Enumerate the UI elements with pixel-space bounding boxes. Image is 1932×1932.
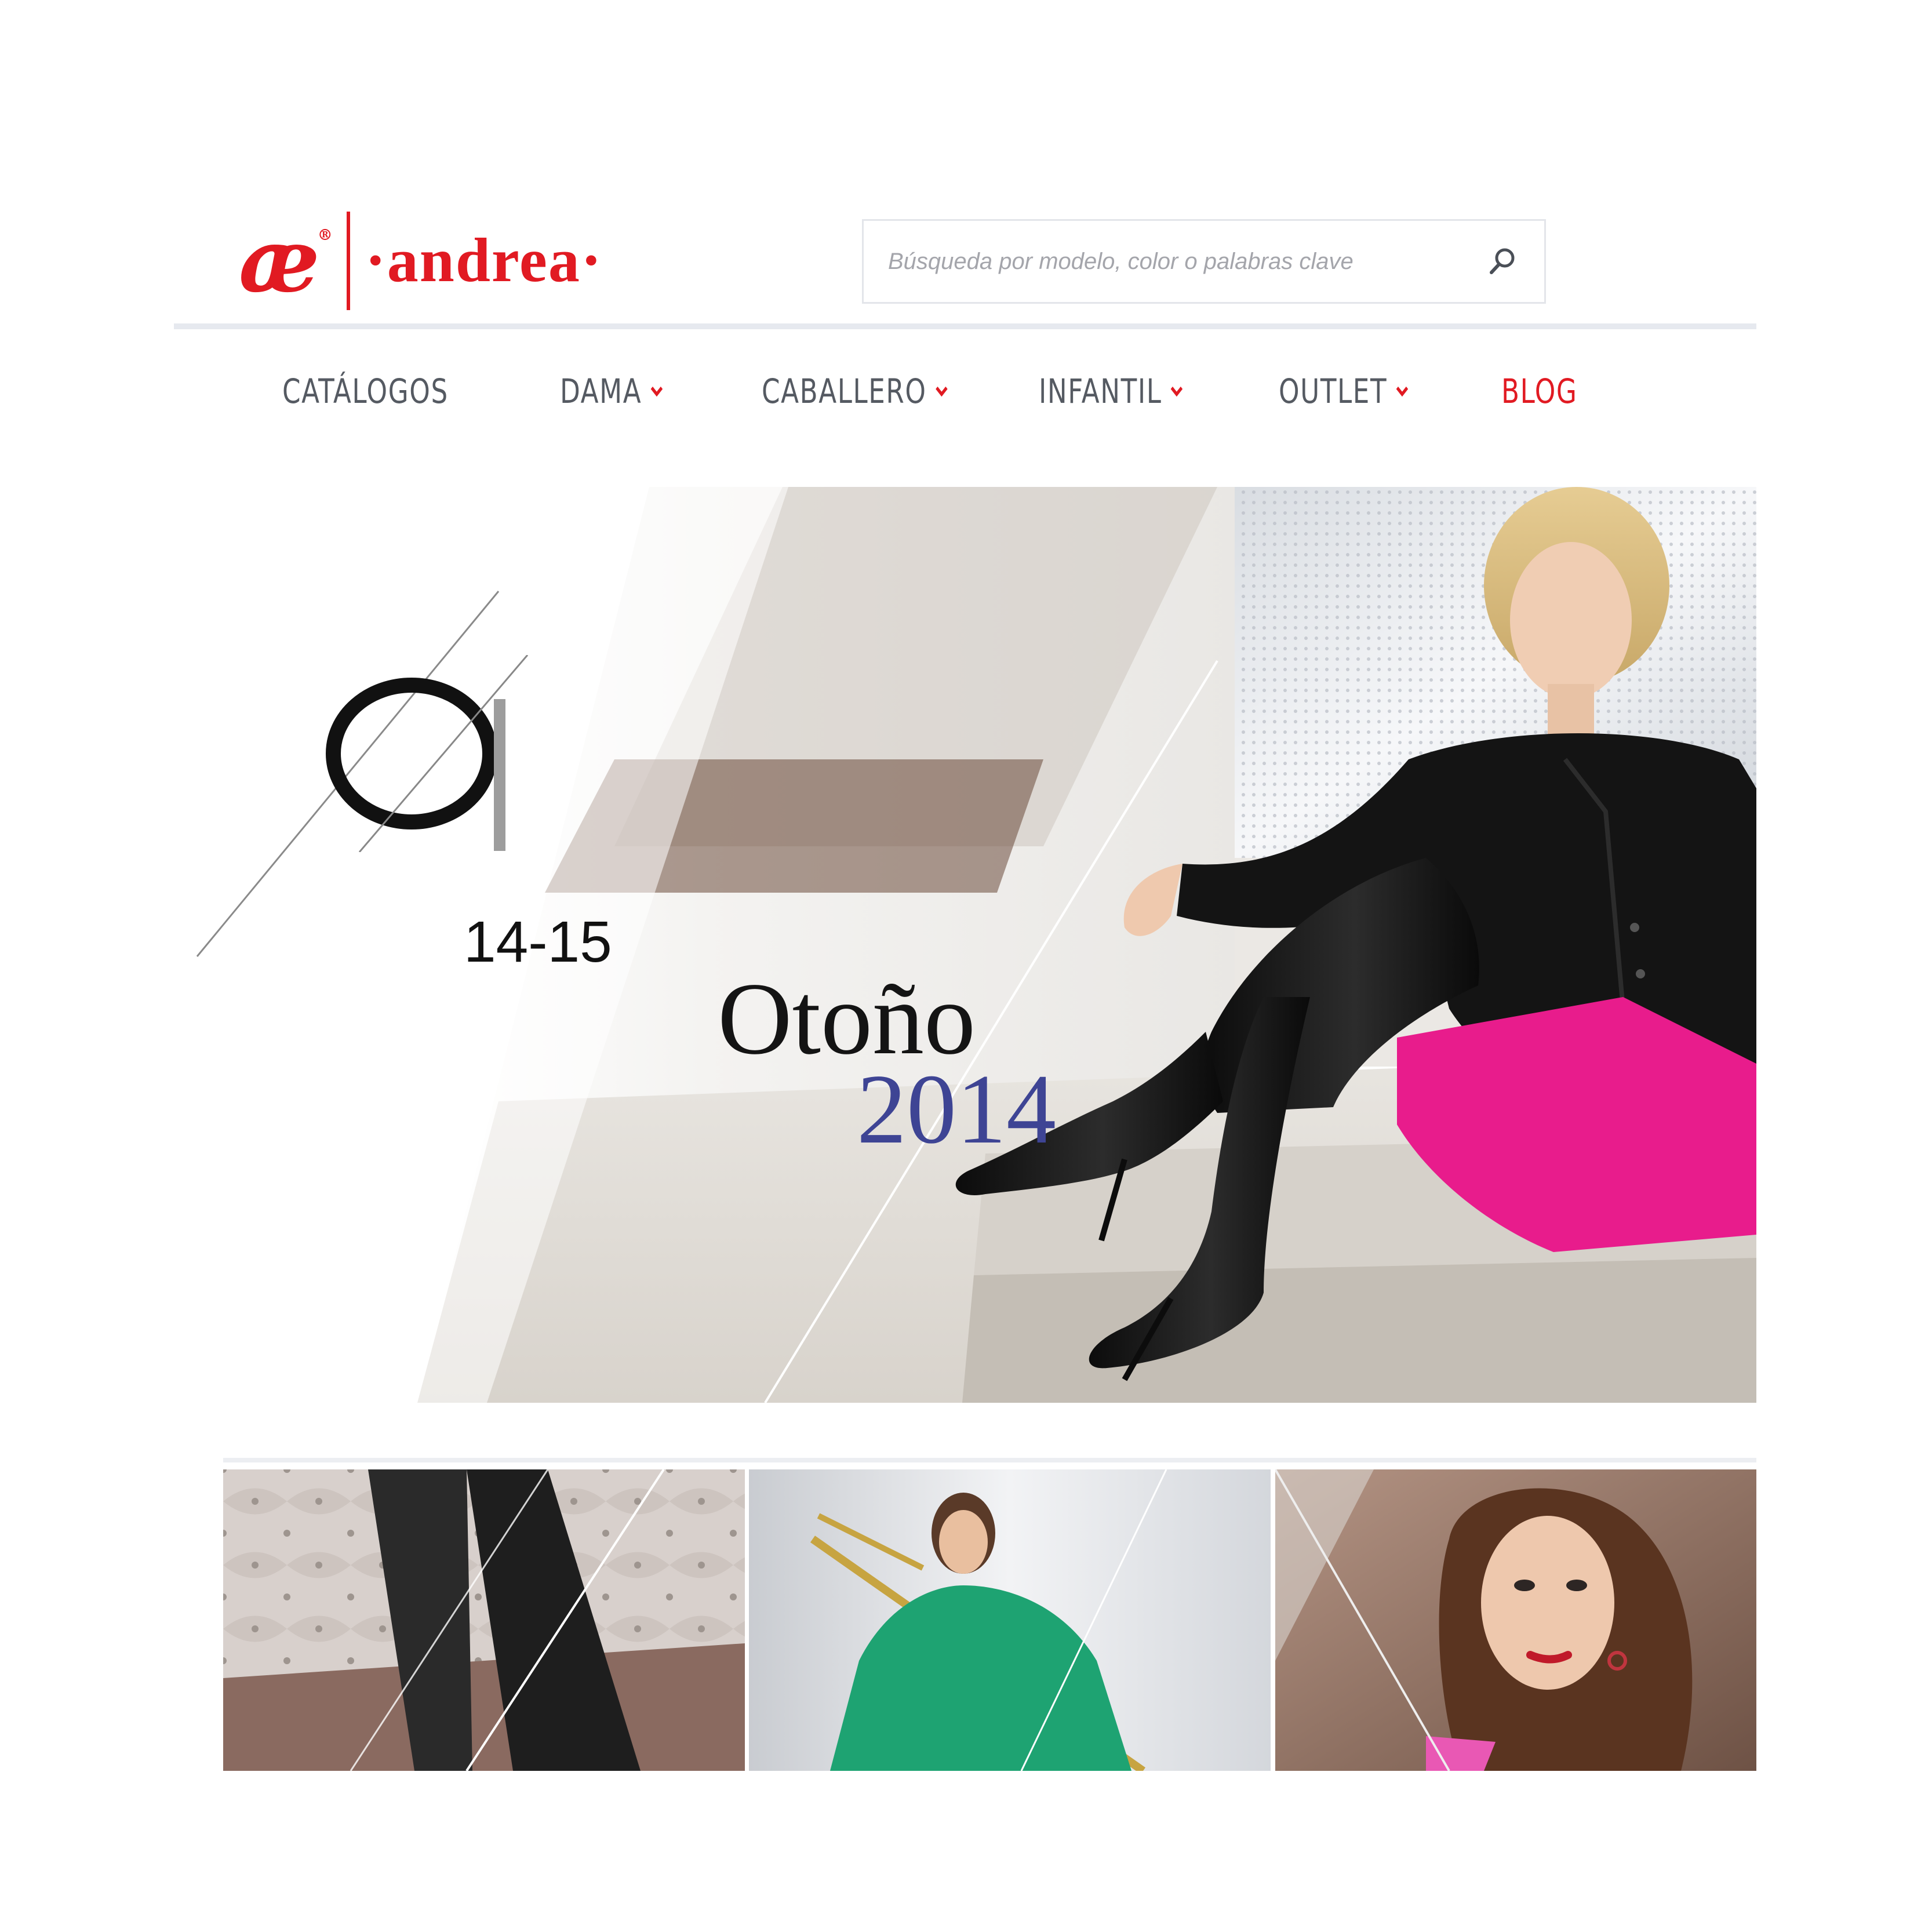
nav-item-blog[interactable]: BLOG bbox=[1501, 359, 1578, 423]
nav-item-catalogos[interactable]: CATÁLOGOS bbox=[282, 359, 449, 423]
search-input[interactable] bbox=[887, 248, 1463, 275]
registered-mark: ® bbox=[317, 227, 333, 244]
nav-item-outlet[interactable]: OUTLET bbox=[1279, 359, 1409, 423]
thumbnails-divider bbox=[223, 1458, 1756, 1462]
promo-tile-2[interactable] bbox=[749, 1469, 1271, 1771]
page: æ® ·andrea· CATÁLOGOS DAMA CABALLERO bbox=[0, 0, 1932, 1932]
chevron-down-icon bbox=[935, 385, 948, 398]
collection-logo bbox=[326, 655, 529, 852]
chevron-down-icon bbox=[650, 385, 663, 398]
search-box bbox=[862, 219, 1546, 304]
nav-item-label: CATÁLOGOS bbox=[282, 372, 449, 411]
nav-item-label: CABALLERO bbox=[762, 372, 927, 411]
collection-range: 14-15 bbox=[464, 909, 612, 974]
hero-banner[interactable]: 14-15 Otoño 2014 bbox=[174, 487, 1756, 1403]
nav-item-infantil[interactable]: INFANTIL bbox=[1039, 359, 1184, 423]
nav-item-label: DAMA bbox=[560, 372, 642, 411]
header-divider bbox=[174, 323, 1756, 329]
nav-item-dama[interactable]: DAMA bbox=[560, 359, 664, 423]
promo-tile-3[interactable] bbox=[1275, 1469, 1756, 1771]
nav-item-caballero[interactable]: CABALLERO bbox=[762, 359, 948, 423]
promo-tile-1[interactable] bbox=[223, 1469, 745, 1771]
search-button[interactable] bbox=[1479, 238, 1526, 285]
brand-logo[interactable]: æ® ·andrea· bbox=[239, 212, 603, 310]
logo-wordmark: ·andrea· bbox=[365, 226, 603, 295]
chevron-down-icon bbox=[1170, 385, 1184, 398]
promo-image bbox=[1275, 1469, 1756, 1771]
nav-item-label: OUTLET bbox=[1279, 372, 1388, 411]
logo-monogram: æ® bbox=[239, 210, 333, 312]
hero-season-year: 2014 bbox=[857, 1054, 1056, 1165]
logo-divider bbox=[346, 212, 350, 310]
main-nav: CATÁLOGOS DAMA CABALLERO INFANTIL OUTLET bbox=[0, 359, 1932, 423]
nav-item-label: INFANTIL bbox=[1039, 372, 1162, 411]
nav-item-label: BLOG bbox=[1501, 372, 1578, 411]
promo-image bbox=[749, 1469, 1271, 1771]
hero-image bbox=[174, 487, 1756, 1403]
chevron-down-icon bbox=[1395, 385, 1409, 398]
promo-image bbox=[223, 1469, 745, 1771]
search-icon bbox=[1490, 248, 1515, 274]
